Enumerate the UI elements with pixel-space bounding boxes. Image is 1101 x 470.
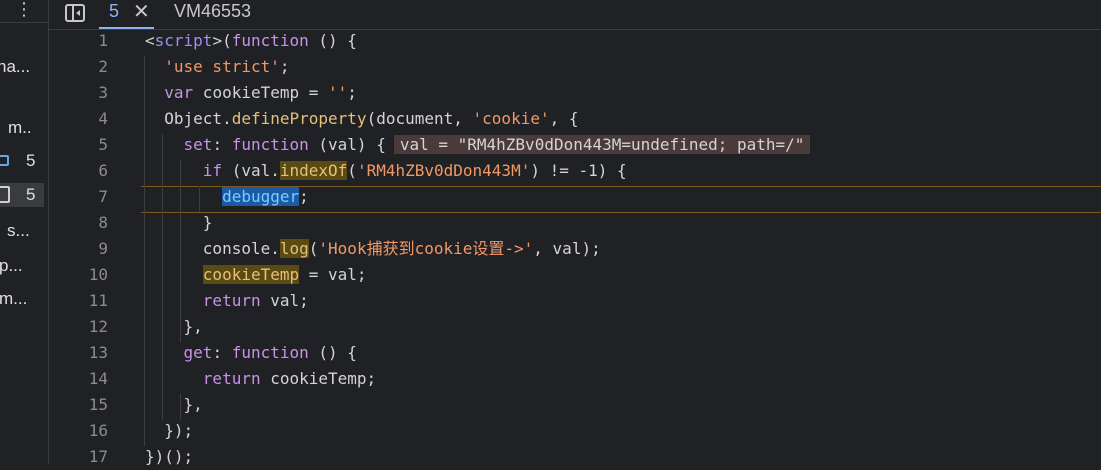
code-line[interactable]: })(); [145, 444, 193, 470]
line-number[interactable]: 11 [58, 288, 108, 314]
tab-label: 5 [109, 1, 120, 21]
code-line[interactable]: }, [145, 392, 203, 418]
code-line[interactable]: if (val.indexOf('RM4hZBv0dDon443M') != -… [145, 158, 627, 184]
toggle-navigator-icon[interactable] [65, 4, 85, 22]
editor-tabbar: 5 ✕ VM46553 [49, 0, 1101, 30]
sidebar-item-label: p... [0, 256, 23, 275]
code-line[interactable]: Object.defineProperty(document, 'cookie'… [145, 106, 578, 132]
line-number[interactable]: 6 [58, 158, 108, 184]
code-line[interactable]: console.log('Hook捕获到cookie设置->', val); [145, 236, 601, 262]
sidebar-item-label: 5 [26, 185, 36, 204]
code-line[interactable]: var cookieTemp = ''; [145, 80, 357, 106]
more-vertical-icon[interactable]: ⋮ [14, 0, 34, 22]
line-number[interactable]: 15 [58, 392, 108, 418]
line-number[interactable]: 4 [58, 106, 108, 132]
code-line[interactable]: <script>(function () { [145, 28, 357, 54]
line-number[interactable]: 12 [58, 314, 108, 340]
sidebar-item[interactable]: na... [0, 55, 30, 79]
line-number[interactable]: 1 [58, 28, 108, 54]
sidebar-item-label: 5 [26, 151, 36, 170]
line-number[interactable]: 13 [58, 340, 108, 366]
inline-value-hint: val = "RM4hZBv0dDon443M=undefined; path=… [393, 135, 811, 154]
tab-active[interactable]: 5 ✕ [99, 0, 161, 29]
code-line[interactable]: get: function () { [145, 340, 357, 366]
sidebar-item[interactable]: m... [0, 287, 27, 311]
sidebar-item-label: m.. [8, 118, 32, 137]
line-number[interactable]: 9 [58, 236, 108, 262]
line-number-gutter[interactable]: 1 2 3 4 5 6 7 8 9 10 11 12 13 14 15 16 1… [49, 28, 125, 466]
sidebar-item-selected[interactable]: 5 [0, 183, 44, 207]
tab-file-name[interactable]: VM46553 [174, 0, 251, 22]
code-line[interactable]: debugger; [145, 184, 309, 210]
line-number[interactable]: 3 [58, 80, 108, 106]
code-line[interactable]: return cookieTemp; [145, 366, 376, 392]
line-number[interactable]: 17 [58, 444, 108, 470]
code-line[interactable]: }); [145, 418, 193, 444]
code-line[interactable]: 'use strict'; [145, 54, 289, 80]
navigator-sidebar: ⋮ na... m.. 5 5 s... p... m... [0, 0, 49, 464]
box-icon [0, 155, 9, 166]
sidebar-item-label: na... [0, 57, 31, 76]
sidebar-item[interactable]: p... [0, 254, 23, 278]
sidebar-item-label: m... [0, 289, 28, 308]
sidebar-item[interactable]: 5 [0, 149, 48, 173]
close-icon[interactable]: ✕ [133, 0, 150, 22]
file-icon [0, 186, 10, 203]
line-number[interactable]: 7 [58, 184, 108, 210]
code-line[interactable]: return val; [145, 288, 309, 314]
line-number[interactable]: 14 [58, 366, 108, 392]
sidebar-item[interactable]: s... [7, 219, 30, 243]
code-line[interactable]: } [145, 210, 213, 236]
sidebar-item-label: s... [7, 221, 30, 240]
sidebar-item[interactable]: m.. [8, 116, 32, 140]
line-number[interactable]: 2 [58, 54, 108, 80]
line-number[interactable]: 8 [58, 210, 108, 236]
line-number[interactable]: 16 [58, 418, 108, 444]
code-editor[interactable]: 1 2 3 4 5 6 7 8 9 10 11 12 13 14 15 16 1… [49, 28, 1101, 466]
line-number[interactable]: 5 [58, 132, 108, 158]
line-number[interactable]: 10 [58, 262, 108, 288]
code-line[interactable]: set: function (val) {val = "RM4hZBv0dDon… [145, 132, 811, 158]
code-line[interactable]: cookieTemp = val; [145, 262, 367, 288]
sidebar-divider [0, 22, 48, 23]
code-line[interactable]: }, [145, 314, 203, 340]
